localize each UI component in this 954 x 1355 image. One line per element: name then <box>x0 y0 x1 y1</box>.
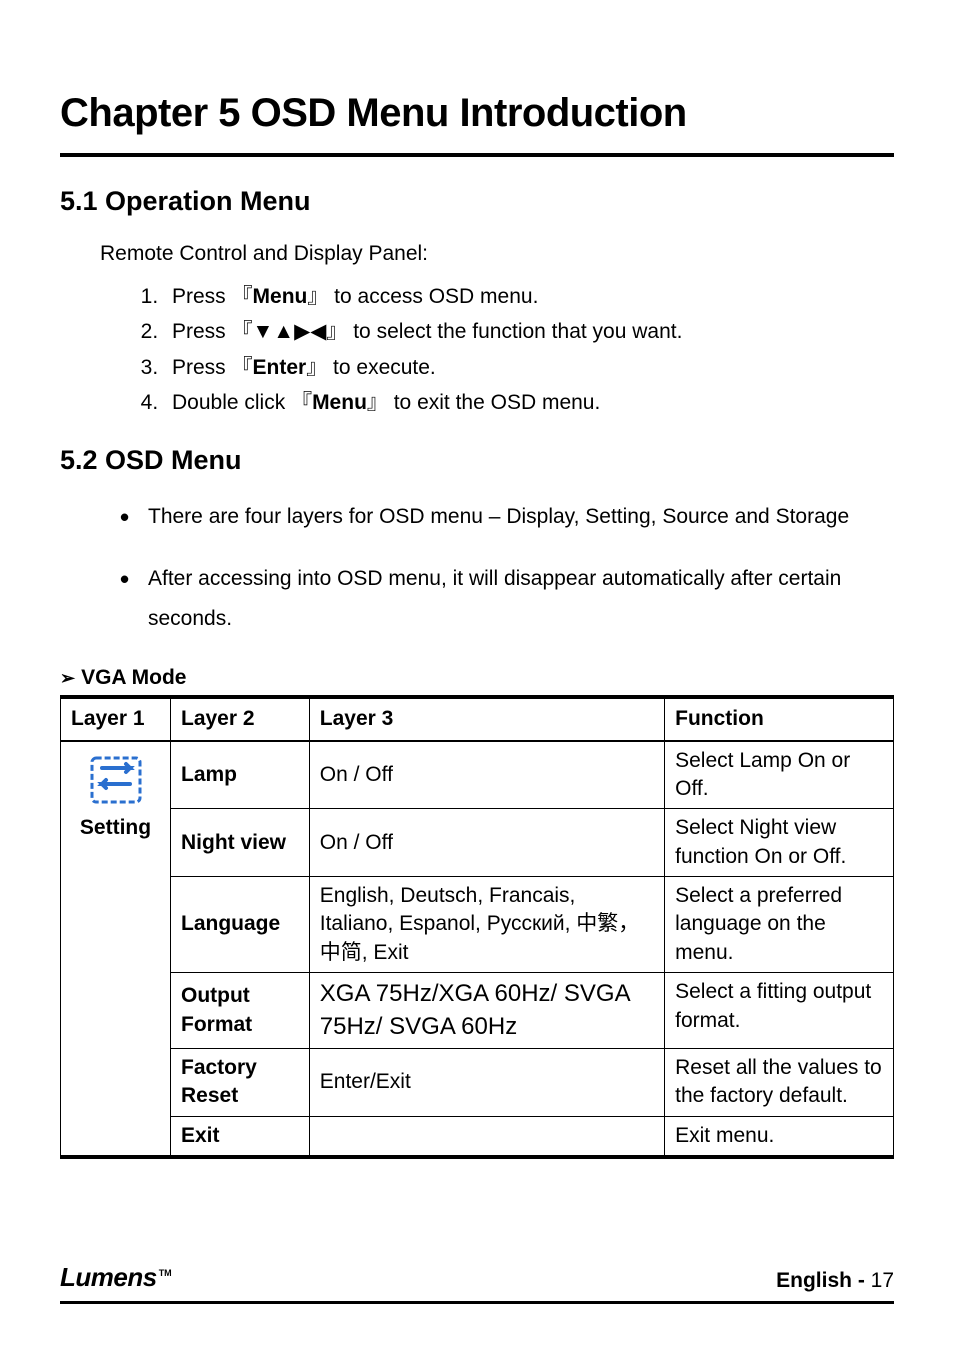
trademark-icon: TM <box>159 1268 172 1278</box>
open-bracket-icon: 『 <box>291 391 312 414</box>
section-5-2-header: 5.2 OSD Menu <box>60 442 894 480</box>
table-row: Factory Reset Enter/Exit Reset all the v… <box>61 1048 894 1116</box>
output-fn: Select a fitting output format. <box>665 973 894 1049</box>
factory-l3: Enter/Exit <box>309 1048 664 1116</box>
exit-l3 <box>309 1116 664 1157</box>
triangle-right-icon: ➢ <box>60 668 75 688</box>
osd-bullets: There are four layers for OSD menu – Dis… <box>120 497 894 639</box>
table-row: Setting Lamp On / Off Select Lamp On or … <box>61 741 894 809</box>
output-l2: Output Format <box>171 973 310 1049</box>
table-header-row: Layer 1 Layer 2 Layer 3 Function <box>61 697 894 740</box>
nightview-l2: Night view <box>171 809 310 877</box>
layer1-label: Setting <box>71 814 160 842</box>
lang-label: English - <box>776 1269 871 1292</box>
bullet-2: After accessing into OSD menu, it will d… <box>120 559 894 639</box>
lamp-fn: Select Lamp On or Off. <box>665 741 894 809</box>
col-layer2: Layer 2 <box>171 697 310 740</box>
open-bracket-icon: 『 <box>232 285 253 308</box>
factory-fn: Reset all the values to the factory defa… <box>665 1048 894 1116</box>
logo-text: Lumens <box>60 1262 157 1292</box>
open-bracket-icon: 『 <box>232 356 253 379</box>
menu-key: Menu <box>312 391 367 414</box>
menu-key: Menu <box>253 285 308 308</box>
layer1-setting-cell: Setting <box>61 741 171 1157</box>
lamp-l3: On / Off <box>309 741 664 809</box>
step-text: to execute. <box>327 356 436 379</box>
step-text: Double click <box>172 391 291 414</box>
setting-icon <box>88 754 144 806</box>
close-bracket-icon: 』 <box>306 356 327 379</box>
step-2: Press 『▼▲▶◀』 to select the function that… <box>164 317 894 346</box>
chapter-title: Chapter 5 OSD Menu Introduction <box>60 85 894 157</box>
step-text: to access OSD menu. <box>328 285 538 308</box>
step-text: to exit the OSD menu. <box>388 391 600 414</box>
enter-key: Enter <box>253 356 307 379</box>
page-info: English - 17 <box>776 1266 894 1295</box>
operation-intro: Remote Control and Display Panel: <box>100 239 894 268</box>
step-text: Press <box>172 356 232 379</box>
step-text: to select the function that you want. <box>347 320 682 343</box>
step-4: Double click 『Menu』 to exit the OSD menu… <box>164 388 894 417</box>
osd-menu-table: Layer 1 Layer 2 Layer 3 Function Setting… <box>60 695 894 1159</box>
step-1: Press 『Menu』 to access OSD menu. <box>164 282 894 311</box>
close-bracket-icon: 』 <box>367 391 388 414</box>
operation-steps: Press 『Menu』 to access OSD menu. Press 『… <box>130 282 894 418</box>
table-row: Night view On / Off Select Night view fu… <box>61 809 894 877</box>
exit-l2: Exit <box>171 1116 310 1157</box>
lamp-l2: Lamp <box>171 741 310 809</box>
output-l3: XGA 75Hz/XGA 60Hz/ SVGA 75Hz/ SVGA 60Hz <box>309 973 664 1049</box>
factory-l2: Factory Reset <box>171 1048 310 1116</box>
vga-mode-header: ➢ VGA Mode <box>60 663 894 692</box>
step-3: Press 『Enter』 to execute. <box>164 353 894 382</box>
page-footer: LumensTM English - 17 <box>60 1259 894 1304</box>
step-text: Press <box>172 320 232 343</box>
col-layer1: Layer 1 <box>61 697 171 740</box>
exit-fn: Exit menu. <box>665 1116 894 1157</box>
step-text: Press <box>172 285 232 308</box>
nightview-l3: On / Off <box>309 809 664 877</box>
close-bracket-icon: 』 <box>307 285 328 308</box>
page-number: 17 <box>871 1269 894 1292</box>
close-bracket-icon: 』 <box>326 320 347 343</box>
section-5-1-header: 5.1 Operation Menu <box>60 183 894 221</box>
table-row: Language English, Deutsch, Francais, Ita… <box>61 877 894 973</box>
table-row: Exit Exit menu. <box>61 1116 894 1157</box>
bullet-1: There are four layers for OSD menu – Dis… <box>120 497 894 537</box>
arrow-keys-icon: ▼▲▶◀ <box>253 320 327 343</box>
open-bracket-icon: 『 <box>232 320 253 343</box>
lumens-logo: LumensTM <box>60 1259 172 1295</box>
language-fn: Select a preferred language on the menu. <box>665 877 894 973</box>
table-row: Output Format XGA 75Hz/XGA 60Hz/ SVGA 75… <box>61 973 894 1049</box>
col-layer3: Layer 3 <box>309 697 664 740</box>
language-l2: Language <box>171 877 310 973</box>
language-l3: English, Deutsch, Francais, Italiano, Es… <box>309 877 664 973</box>
col-function: Function <box>665 697 894 740</box>
nightview-fn: Select Night view function On or Off. <box>665 809 894 877</box>
mode-label: VGA Mode <box>81 666 186 689</box>
